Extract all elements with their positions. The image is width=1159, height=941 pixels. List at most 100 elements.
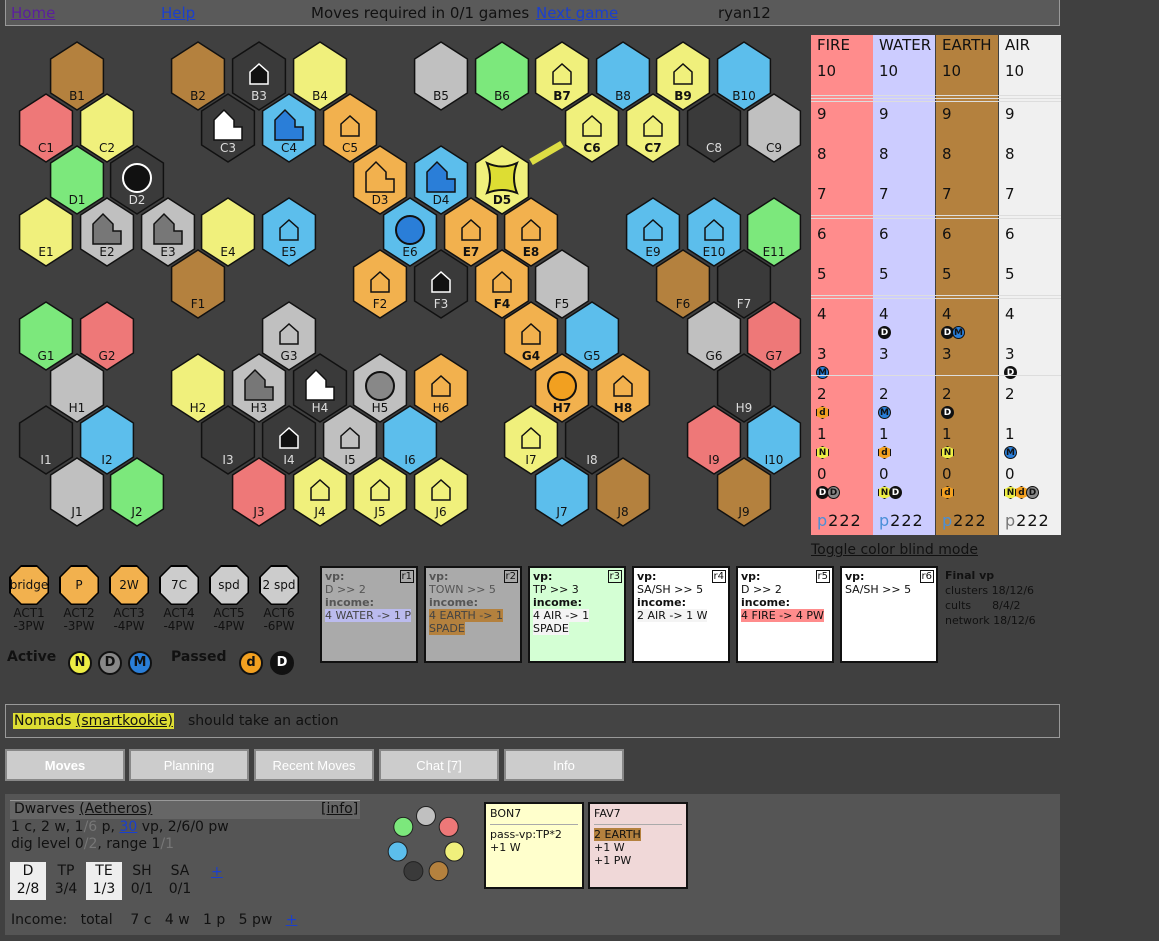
tab-planning[interactable]: Planning <box>129 749 249 781</box>
power-action-1[interactable]: bridge ACT1 -3PW <box>5 565 53 633</box>
power-action-5[interactable]: spd ACT5 -4PW <box>205 565 253 633</box>
hex-h7[interactable]: H7 <box>534 353 590 423</box>
hex-i9[interactable]: I9 <box>686 405 742 475</box>
hex-c3[interactable]: C3 <box>200 93 256 163</box>
hex-j4[interactable]: J4 <box>292 457 348 527</box>
tab-info[interactable]: Info <box>504 749 624 781</box>
hex-e8[interactable]: E8 <box>503 197 559 267</box>
buildings-plus-link[interactable]: + <box>211 864 223 880</box>
hex-j3[interactable]: J3 <box>231 457 287 527</box>
hex-f7[interactable]: F7 <box>716 249 772 319</box>
hex-e1[interactable]: E1 <box>18 197 74 267</box>
hex-h4[interactable]: H4 <box>292 353 348 423</box>
hex-g2[interactable]: G2 <box>79 301 135 371</box>
bonus-card[interactable]: BON7 pass-vp:TP*2 +1 W <box>484 802 584 889</box>
tab-moves[interactable]: Moves <box>5 749 125 781</box>
hex-b5[interactable]: B5 <box>413 41 469 111</box>
hex-f1[interactable]: F1 <box>170 249 226 319</box>
hex-e5[interactable]: E5 <box>261 197 317 267</box>
hex-c4[interactable]: C4 <box>261 93 317 163</box>
hex-e4[interactable]: E4 <box>200 197 256 267</box>
hex-h1[interactable]: H1 <box>49 353 105 423</box>
hex-f2[interactable]: F2 <box>352 249 408 319</box>
hex-f3[interactable]: F3 <box>413 249 469 319</box>
hex-c6[interactable]: C6 <box>564 93 620 163</box>
hex-b6[interactable]: B6 <box>474 41 530 111</box>
current-player[interactable]: Nomads (smartkookie) <box>13 713 174 729</box>
hex-b4[interactable]: B4 <box>292 41 348 111</box>
hex-d2[interactable]: D2 <box>109 145 165 215</box>
hex-i1[interactable]: I1 <box>18 405 74 475</box>
tab-recent-moves[interactable]: Recent Moves <box>254 749 374 781</box>
hex-h9[interactable]: H9 <box>716 353 772 423</box>
hex-c8[interactable]: C8 <box>686 93 742 163</box>
hex-d4[interactable]: D4 <box>413 145 469 215</box>
hex-i7[interactable]: I7 <box>503 405 559 475</box>
hex-h3[interactable]: H3 <box>231 353 287 423</box>
hex-c5[interactable]: C5 <box>322 93 378 163</box>
hex-b8[interactable]: B8 <box>595 41 651 111</box>
hex-f5[interactable]: F5 <box>534 249 590 319</box>
hex-j6[interactable]: J6 <box>413 457 469 527</box>
hex-g6[interactable]: G6 <box>686 301 742 371</box>
hex-e6[interactable]: E6 <box>382 197 438 267</box>
hex-b10[interactable]: B10 <box>716 41 772 111</box>
hex-d3[interactable]: D3 <box>352 145 408 215</box>
hex-d1[interactable]: D1 <box>49 145 105 215</box>
power-action-4[interactable]: 7C ACT4 -4PW <box>155 565 203 633</box>
hex-e2[interactable]: E2 <box>79 197 135 267</box>
hex-j1[interactable]: J1 <box>49 457 105 527</box>
hex-d5[interactable]: D5 <box>474 145 530 215</box>
favor-card[interactable]: FAV7 2 EARTH +1 W +1 PW <box>588 802 688 889</box>
next-game-link[interactable]: Next game <box>536 4 618 22</box>
hex-b3[interactable]: B3 <box>231 41 287 111</box>
hex-e11[interactable]: E11 <box>746 197 802 267</box>
home-link[interactable]: Home <box>11 4 55 22</box>
hex-g7[interactable]: G7 <box>746 301 802 371</box>
hex-g4[interactable]: G4 <box>503 301 559 371</box>
hex-c2[interactable]: C2 <box>79 93 135 163</box>
hex-j8[interactable]: J8 <box>595 457 651 527</box>
player-info-link[interactable]: [info] <box>321 801 358 817</box>
power-action-2[interactable]: P ACT2 -3PW <box>55 565 103 633</box>
hex-b9[interactable]: B9 <box>655 41 711 111</box>
hex-i2[interactable]: I2 <box>79 405 135 475</box>
hex-i4[interactable]: I4 <box>261 405 317 475</box>
hex-h6[interactable]: H6 <box>413 353 469 423</box>
hex-h2[interactable]: H2 <box>170 353 226 423</box>
hex-c9[interactable]: C9 <box>746 93 802 163</box>
hex-e3[interactable]: E3 <box>140 197 196 267</box>
game-map[interactable]: B1 B2 B3 B4 B5 B6 B7 B8 B9 B10 C1 C2 C3 C4 C5 C6 C7 C8 C9 D… <box>0 30 810 570</box>
hex-b2[interactable]: B2 <box>170 41 226 111</box>
hex-f4[interactable]: F4 <box>474 249 530 319</box>
power-action-6[interactable]: 2 spd ACT6 -6PW <box>255 565 303 633</box>
hex-f6[interactable]: F6 <box>655 249 711 319</box>
power-action-3[interactable]: 2W ACT3 -4PW <box>105 565 153 633</box>
hex-c7[interactable]: C7 <box>625 93 681 163</box>
toggle-color-blind-link[interactable]: Toggle color blind mode <box>811 542 978 558</box>
hex-i10[interactable]: I10 <box>746 405 802 475</box>
hex-g1[interactable]: G1 <box>18 301 74 371</box>
hex-b7[interactable]: B7 <box>534 41 590 111</box>
hex-j5[interactable]: J5 <box>352 457 408 527</box>
round-tile-r4: r4 vp: SA/SH >> 5 income: 2 AIR -> 1 W <box>632 566 730 663</box>
hex-h8[interactable]: H8 <box>595 353 651 423</box>
hex-b1[interactable]: B1 <box>49 41 105 111</box>
hex-c1[interactable]: C1 <box>18 93 74 163</box>
hex-g5[interactable]: G5 <box>564 301 620 371</box>
hex-i6[interactable]: I6 <box>382 405 438 475</box>
hex-j7[interactable]: J7 <box>534 457 590 527</box>
hex-i3[interactable]: I3 <box>200 405 256 475</box>
help-link[interactable]: Help <box>161 4 195 22</box>
hex-e9[interactable]: E9 <box>625 197 681 267</box>
hex-g3[interactable]: G3 <box>261 301 317 371</box>
hex-j9[interactable]: J9 <box>716 457 772 527</box>
hex-e10[interactable]: E10 <box>686 197 742 267</box>
hex-i8[interactable]: I8 <box>564 405 620 475</box>
hex-h5[interactable]: H5 <box>352 353 408 423</box>
tab-chat[interactable]: Chat [7] <box>379 749 499 781</box>
hex-i5[interactable]: I5 <box>322 405 378 475</box>
income-plus-link[interactable]: + <box>286 912 298 928</box>
hex-e7[interactable]: E7 <box>443 197 499 267</box>
hex-j2[interactable]: J2 <box>109 457 165 527</box>
